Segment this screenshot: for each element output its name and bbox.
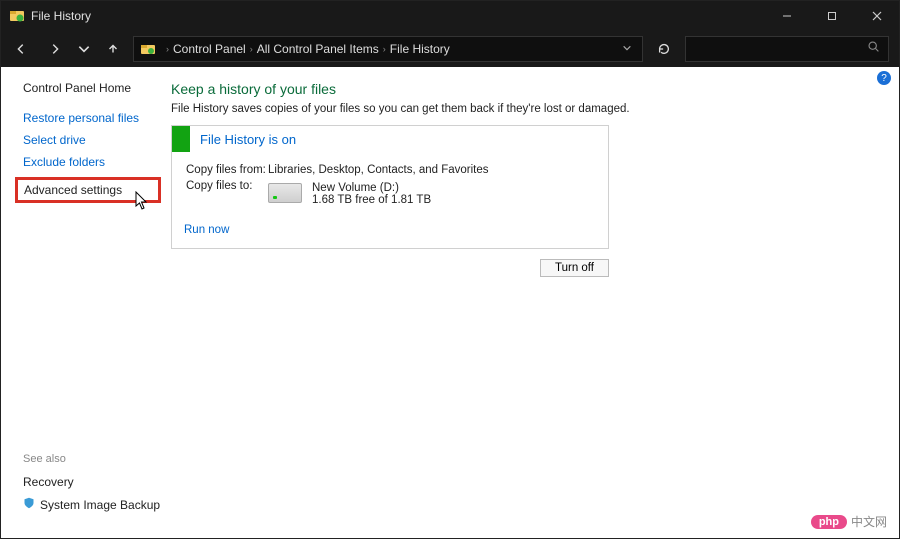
page-description: File History saves copies of your files … <box>171 103 879 115</box>
copy-to-label: Copy files to: <box>186 180 266 208</box>
restore-personal-files-link[interactable]: Restore personal files <box>23 111 161 125</box>
main-panel: Keep a history of your files File Histor… <box>161 67 899 538</box>
watermark: php 中文网 <box>811 513 887 530</box>
copy-from-label: Copy files from: <box>186 164 266 178</box>
search-icon <box>867 40 880 58</box>
status-indicator-icon <box>172 126 190 152</box>
close-button[interactable] <box>854 1 899 31</box>
turn-off-button[interactable]: Turn off <box>540 259 609 277</box>
window: File History › Control Panel › All Contr… <box>0 0 900 539</box>
breadcrumb-item[interactable]: File History <box>390 42 450 56</box>
chevron-right-icon: › <box>383 44 386 54</box>
folder-icon <box>140 41 156 57</box>
titlebar: File History <box>1 1 899 31</box>
breadcrumb-item[interactable]: All Control Panel Items <box>257 42 379 56</box>
search-input[interactable] <box>685 36 889 62</box>
shield-icon <box>23 497 35 512</box>
page-heading: Keep a history of your files <box>171 81 879 97</box>
address-row: › Control Panel › All Control Panel Item… <box>1 31 899 67</box>
status-panel: File History is on Copy files from: Libr… <box>171 125 609 249</box>
select-drive-link[interactable]: Select drive <box>23 133 161 147</box>
window-title: File History <box>31 9 91 23</box>
minimize-button[interactable] <box>764 1 809 31</box>
control-panel-home-link[interactable]: Control Panel Home <box>23 81 161 95</box>
maximize-button[interactable] <box>809 1 854 31</box>
drive-free-space: 1.68 TB free of 1.81 TB <box>312 194 431 206</box>
drive-name: New Volume (D:) <box>312 182 431 194</box>
status-title: File History is on <box>190 132 296 147</box>
refresh-button[interactable] <box>649 36 679 62</box>
see-also-header: See also <box>23 453 161 465</box>
system-image-backup-link[interactable]: System Image Backup <box>23 497 161 512</box>
status-bar: File History is on <box>172 126 608 152</box>
sidebar: Control Panel Home Restore personal file… <box>1 67 161 538</box>
run-now-link[interactable]: Run now <box>184 224 229 236</box>
chevron-right-icon: › <box>166 44 169 54</box>
watermark-text: 中文网 <box>851 513 887 530</box>
exclude-folders-link[interactable]: Exclude folders <box>23 155 161 169</box>
copy-from-value: Libraries, Desktop, Contacts, and Favori… <box>268 164 489 178</box>
recovery-link[interactable]: Recovery <box>23 475 161 489</box>
advanced-settings-highlight: Advanced settings <box>15 177 161 203</box>
drive-icon <box>268 183 302 203</box>
chevron-down-icon[interactable] <box>622 42 632 56</box>
up-button[interactable] <box>99 35 127 63</box>
back-button[interactable] <box>7 35 35 63</box>
app-icon <box>9 8 25 24</box>
chevron-right-icon: › <box>250 44 253 54</box>
watermark-pill: php <box>811 515 847 529</box>
advanced-settings-link[interactable]: Advanced settings <box>24 183 122 197</box>
breadcrumb-item[interactable]: Control Panel <box>173 42 246 56</box>
drive-info: New Volume (D:) 1.68 TB free of 1.81 TB <box>268 182 489 206</box>
recent-dropdown[interactable] <box>75 35 93 63</box>
see-also-section: See also Recovery System Image Backup <box>23 453 161 538</box>
forward-button[interactable] <box>41 35 69 63</box>
address-bar[interactable]: › Control Panel › All Control Panel Item… <box>133 36 643 62</box>
content-area: ? Control Panel Home Restore personal fi… <box>1 67 899 538</box>
